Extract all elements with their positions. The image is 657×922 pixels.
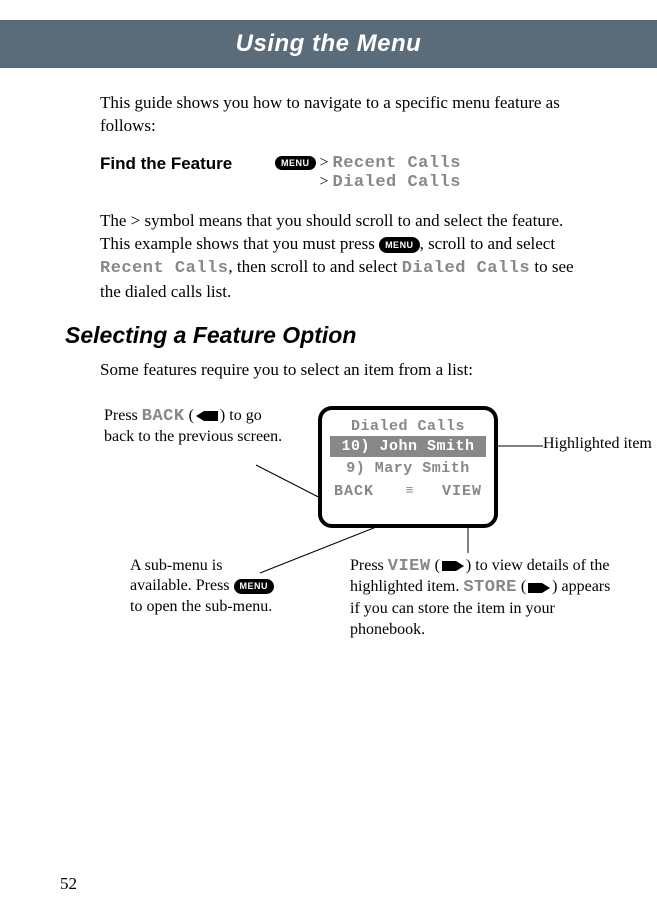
- explain-text: , scroll to and select: [420, 234, 556, 253]
- screen-highlighted-item: 10) John Smith: [330, 436, 486, 457]
- diagram-area: Dialed Calls 10) John Smith 9) Mary Smit…: [100, 398, 587, 678]
- callout-highlighted: Highlighted item: [543, 434, 653, 454]
- left-softkey-icon: [194, 410, 220, 422]
- path-recent-calls: Recent Calls: [333, 154, 461, 173]
- callout-text: to open the sub-menu.: [130, 598, 272, 615]
- phone-inner: Dialed Calls 10) John Smith 9) Mary Smit…: [322, 410, 494, 500]
- callout-view: Press VIEW () to view details of the hig…: [350, 556, 620, 640]
- page-number: 52: [60, 874, 77, 894]
- paren: (: [517, 578, 526, 595]
- callout-text: Press: [350, 557, 388, 574]
- lcd-back: BACK: [142, 407, 185, 426]
- menu-key-icon: MENU: [379, 237, 420, 253]
- section-intro: Some features require you to select an i…: [100, 359, 587, 382]
- callout-back: Press BACK () to go back to the previous…: [104, 406, 284, 448]
- header-band: Using the Menu: [0, 20, 657, 68]
- softkey-view: VIEW: [442, 483, 482, 500]
- callout-submenu: A sub-menu is available. Press MENU to o…: [130, 556, 280, 617]
- path-dialed-calls: Dialed Calls: [333, 173, 461, 192]
- lcd-dialed-calls: Dialed Calls: [402, 259, 530, 278]
- section-heading: Selecting a Feature Option: [65, 322, 587, 349]
- lcd-recent-calls: Recent Calls: [100, 259, 228, 278]
- menu-key-icon: MENU: [234, 579, 275, 595]
- body-content: This guide shows you how to navigate to …: [0, 68, 657, 678]
- screen-item: 9) Mary Smith: [328, 458, 488, 479]
- screen-title: Dialed Calls: [328, 416, 488, 435]
- find-feature-path: MENU > Recent Calls MENU > Dialed Calls: [275, 154, 461, 192]
- explain-text: , then scroll to and select: [228, 257, 401, 276]
- phone-screen: Dialed Calls 10) John Smith 9) Mary Smit…: [318, 406, 498, 528]
- gt-symbol: >: [320, 173, 329, 190]
- find-feature-label: Find the Feature: [100, 154, 275, 174]
- lcd-store: STORE: [463, 578, 517, 597]
- right-softkey-icon: [526, 582, 552, 594]
- intro-paragraph: This guide shows you how to navigate to …: [100, 92, 587, 138]
- gt-symbol: >: [320, 154, 329, 171]
- callout-text: A sub-menu is available. Press: [130, 557, 234, 594]
- find-feature-block: Find the Feature MENU > Recent Calls MEN…: [100, 154, 587, 192]
- paren: (: [185, 407, 194, 424]
- page: Using the Menu This guide shows you how …: [0, 20, 657, 922]
- paren: (: [431, 557, 440, 574]
- callout-text: Press: [104, 407, 142, 424]
- menu-indicator-icon: ≡: [406, 483, 411, 500]
- menu-key-icon: MENU: [275, 156, 316, 170]
- softkey-row: BACK ≡ VIEW: [328, 479, 488, 500]
- softkey-back: BACK: [334, 483, 374, 500]
- explain-paragraph: The > symbol means that you should scrol…: [100, 210, 587, 304]
- page-title: Using the Menu: [236, 30, 422, 58]
- right-softkey-icon: [440, 560, 466, 572]
- lcd-view: VIEW: [388, 557, 431, 576]
